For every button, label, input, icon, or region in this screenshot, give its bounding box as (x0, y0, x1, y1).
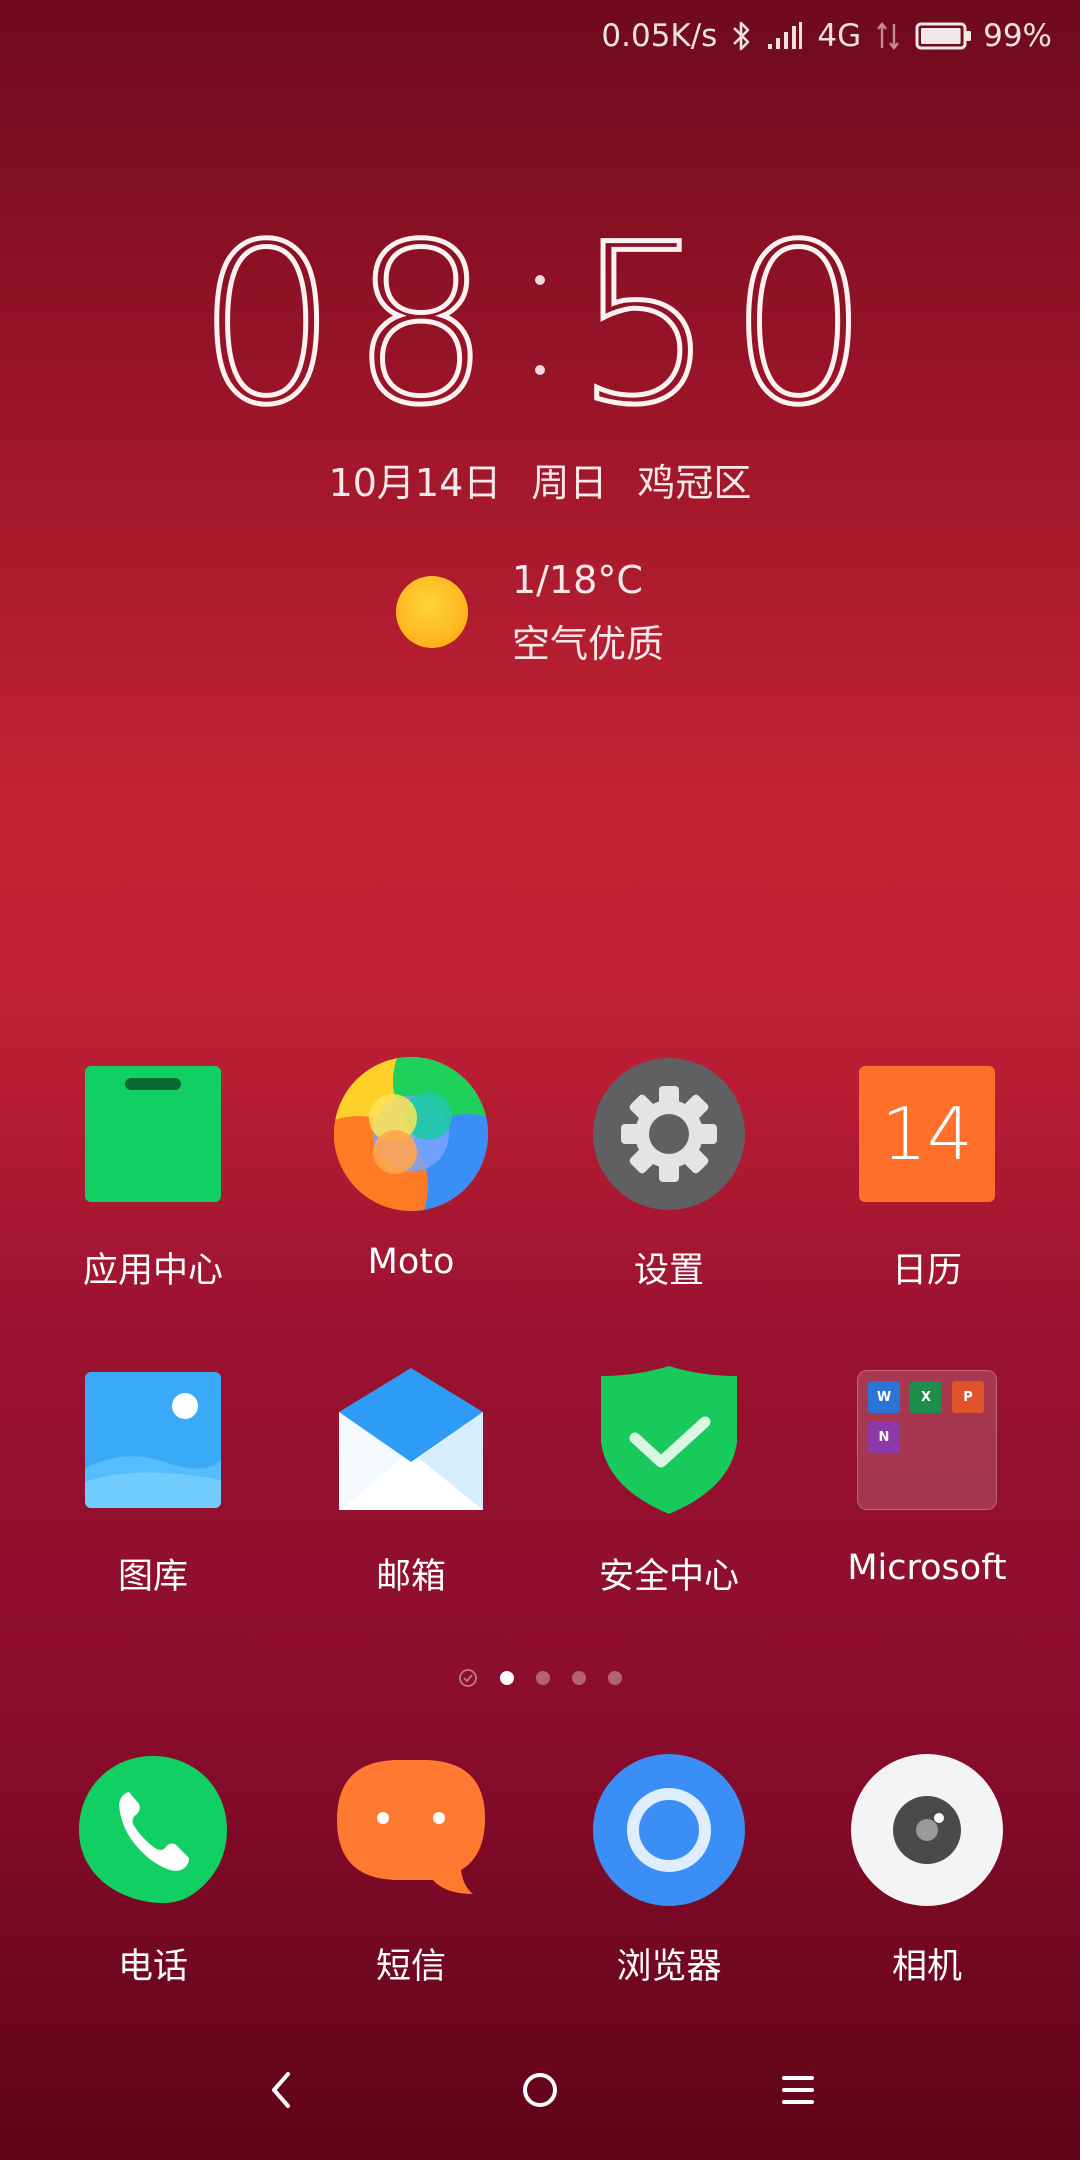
microsoft-folder[interactable]: W X P N Microsoft (807, 1362, 1047, 1588)
phone-app[interactable]: 电话 (33, 1752, 273, 1989)
check-circle-icon (459, 1669, 477, 1687)
messages-app[interactable]: 短信 (291, 1752, 531, 1989)
word-icon: W (868, 1381, 900, 1413)
calendar-day: 14 (859, 1066, 995, 1202)
battery-status: 99% (915, 18, 1052, 54)
weather-temperature: 1/18°C (512, 558, 643, 602)
page-dot (500, 1671, 514, 1685)
status-bar: 0.05K/s 4G 99% (601, 10, 1052, 62)
app-label: Microsoft (847, 1548, 1007, 1588)
camera-icon (849, 1752, 1005, 1908)
app-label: 浏览器 (616, 1947, 722, 1987)
browser-app[interactable]: 浏览器 (549, 1752, 789, 1989)
home-circle-icon (523, 2073, 557, 2107)
clock-separator (535, 275, 545, 375)
page-dot (536, 1671, 550, 1685)
menu-button[interactable] (758, 2050, 838, 2130)
clock-minutes: 50 (573, 197, 883, 453)
app-label: 安全中心 (598, 1557, 739, 1597)
mail-app[interactable]: 邮箱 (291, 1362, 531, 1599)
folder-icon: W X P N (849, 1362, 1005, 1518)
date-location[interactable]: 10月14日 周日 鸡冠区 (0, 452, 1080, 507)
app-label: 日历 (891, 1251, 962, 1291)
battery-icon (915, 22, 972, 50)
gallery-icon (75, 1362, 231, 1518)
battery-percent: 99% (983, 18, 1052, 54)
app-label: 图库 (117, 1557, 188, 1597)
app-label: 邮箱 (375, 1557, 446, 1597)
signal-icon (767, 22, 803, 50)
weather-widget[interactable]: 1/18°C 空气优质 (396, 548, 664, 676)
navigation-bar (0, 2050, 1080, 2130)
calendar-icon: 14 (849, 1056, 1005, 1212)
data-activity-icon (875, 20, 901, 52)
app-label: 设置 (633, 1251, 704, 1291)
shield-icon (591, 1362, 747, 1518)
network-speed: 0.05K/s (601, 18, 718, 54)
clock-widget[interactable]: 08 50 (0, 197, 1080, 453)
sun-icon (396, 576, 468, 648)
home-button[interactable] (500, 2050, 580, 2130)
menu-icon (782, 2076, 814, 2104)
security-app[interactable]: 安全中心 (549, 1362, 789, 1599)
clock-hours: 08 (195, 197, 505, 453)
phone-icon (75, 1752, 231, 1908)
gallery-app[interactable]: 图库 (33, 1362, 273, 1599)
powerpoint-icon: P (952, 1381, 984, 1413)
message-icon (333, 1752, 489, 1908)
gear-icon (591, 1056, 747, 1212)
back-button[interactable] (242, 2050, 322, 2130)
moto-app[interactable]: Moto (291, 1056, 531, 1282)
back-icon (272, 2072, 290, 2108)
app-store-icon (75, 1056, 231, 1212)
bluetooth-icon (731, 19, 753, 53)
app-label: 相机 (891, 1947, 962, 1987)
page-dot (572, 1671, 586, 1685)
moto-icon (333, 1056, 489, 1212)
calendar-app[interactable]: 14 日历 (807, 1056, 1047, 1293)
app-label: 电话 (117, 1947, 188, 1987)
weather-text: 1/18°C 空气优质 (512, 548, 664, 676)
app-store-app[interactable]: 应用中心 (33, 1056, 273, 1293)
network-type: 4G (817, 18, 862, 54)
mail-icon (333, 1362, 489, 1518)
weather-air-quality: 空气优质 (512, 622, 665, 666)
app-label: 应用中心 (82, 1251, 223, 1291)
browser-icon (591, 1752, 747, 1908)
app-label: 短信 (375, 1947, 446, 1987)
settings-app[interactable]: 设置 (549, 1056, 789, 1293)
onenote-icon: N (868, 1421, 900, 1453)
excel-icon: X (910, 1381, 942, 1413)
app-label: Moto (367, 1242, 455, 1282)
page-indicator[interactable] (0, 1668, 1080, 1688)
camera-app[interactable]: 相机 (807, 1752, 1047, 1989)
page-dot (608, 1671, 622, 1685)
